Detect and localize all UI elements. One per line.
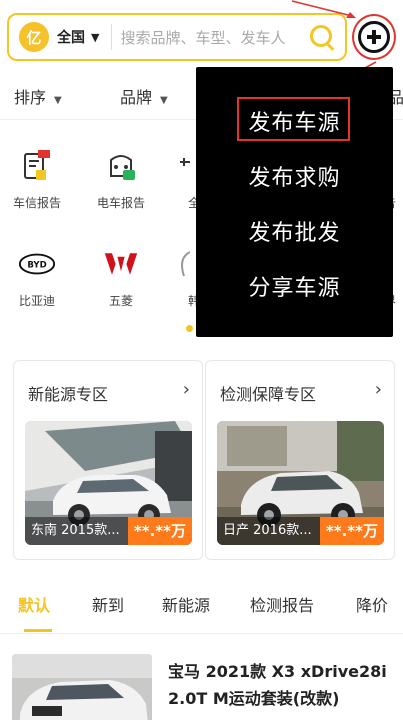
add-button[interactable] (352, 14, 396, 60)
filter-brand-label: 品牌 (120, 88, 153, 107)
grid-item-ev-report[interactable]: 电车报告 (85, 148, 157, 211)
zone-card-inspection[interactable]: 检测保障专区 › 日产 2016款... **.**万 (205, 360, 395, 560)
zone-title: 新能源专区 (28, 385, 109, 404)
wuling-logo-icon (103, 246, 139, 282)
caret-down-icon: ▼ (54, 95, 62, 106)
sort-tabs: 默认 新到 新能源 检测报告 降价 (0, 578, 403, 634)
chevron-right-icon[interactable]: › (375, 379, 382, 400)
zone-card-new-energy[interactable]: 新能源专区 › 东南 2015款... **.**万 (13, 360, 203, 560)
filter-sort-label: 排序 (14, 88, 47, 107)
active-tab-underline (24, 629, 52, 632)
caret-down-icon[interactable]: ▼ (91, 31, 99, 44)
chevron-right-icon[interactable]: › (183, 379, 190, 400)
publish-menu: 发布车源 发布求购 发布批发 分享车源 (196, 67, 393, 337)
menu-item-publish-source[interactable]: 发布车源 (196, 105, 393, 137)
grid-label: 车信报告 (12, 196, 61, 210)
tab-price-drop[interactable]: 降价 (356, 592, 388, 616)
ev-report-icon (103, 148, 139, 184)
byd-logo-icon: BYD (19, 246, 55, 282)
price-tag: **.**万 (319, 517, 384, 545)
tab-new-arrival[interactable]: 新到 (92, 592, 124, 616)
tab-inspection-report[interactable]: 检测报告 (250, 592, 314, 616)
report-icon (19, 148, 55, 184)
grid-item-partial[interactable]: 全 (160, 148, 200, 211)
menu-item-share-source[interactable]: 分享车源 (196, 270, 393, 302)
grid-item-wuling[interactable]: 五菱 (85, 246, 157, 309)
page-indicator-dot (186, 325, 193, 332)
app-logo: 亿 (19, 22, 49, 52)
grid-item-report[interactable]: 车信报告 (1, 148, 73, 211)
tab-new-energy[interactable]: 新能源 (162, 592, 210, 616)
grid-label: 电车报告 (96, 196, 145, 210)
partial-icon (162, 148, 198, 184)
search-bar[interactable]: 亿 全国 ▼ 搜索品牌、车型、发车人 (7, 13, 347, 61)
filter-sort[interactable]: 排序 ▼ (14, 84, 62, 108)
grid-label: 五菱 (108, 294, 133, 308)
grid-label: 比亚迪 (18, 294, 55, 308)
listing-photo[interactable] (12, 654, 152, 720)
filter-brand[interactable]: 品牌 ▼ (120, 84, 168, 108)
list-item[interactable]: 宝马 2021款 X3 xDrive28i 2.0T M运动套装(改款) (0, 640, 403, 720)
grid-item-byd[interactable]: BYD 比亚迪 (1, 246, 73, 309)
grid-item-partial[interactable]: 韩 (160, 246, 200, 309)
grid-label: 全 (187, 196, 200, 210)
region-selector[interactable]: 全国 (57, 27, 85, 47)
plus-circle-icon (358, 21, 390, 53)
menu-item-publish-request[interactable]: 发布求购 (196, 160, 393, 192)
caret-down-icon: ▼ (160, 95, 168, 106)
search-divider (111, 24, 113, 50)
price-tag: **.**万 (127, 517, 192, 545)
menu-item-publish-wholesale[interactable]: 发布批发 (196, 215, 393, 247)
listing-title: 宝马 2021款 X3 xDrive28i 2.0T M运动套装(改款) (168, 662, 387, 708)
car-photo[interactable]: 东南 2015款... **.**万 (25, 421, 192, 545)
svg-text:BYD: BYD (27, 260, 46, 270)
partial-icon (162, 246, 198, 282)
car-photo[interactable]: 日产 2016款... **.**万 (217, 421, 384, 545)
search-input[interactable]: 搜索品牌、车型、发车人 (120, 27, 307, 48)
search-icon[interactable] (307, 22, 337, 52)
grid-label: 韩 (187, 294, 200, 308)
tab-default[interactable]: 默认 (18, 592, 50, 616)
zone-title: 检测保障专区 (220, 385, 317, 404)
